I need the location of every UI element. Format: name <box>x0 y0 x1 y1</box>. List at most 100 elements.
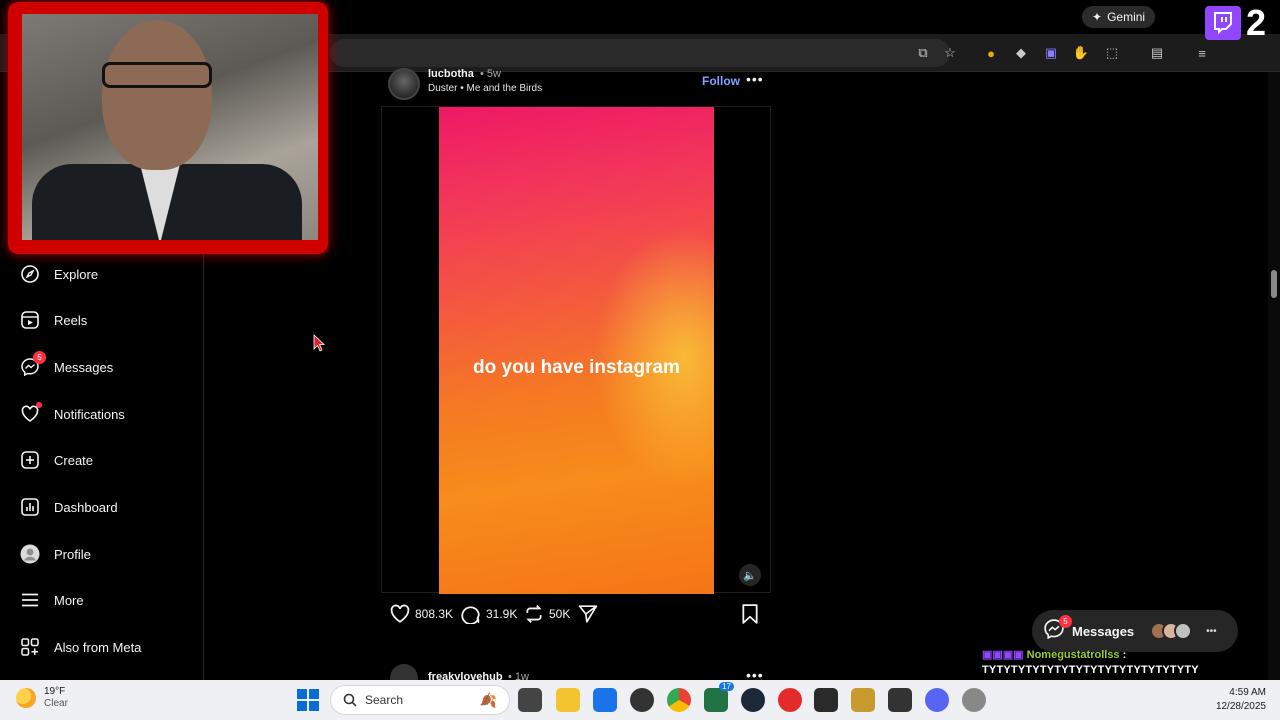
post-header: lucbotha • 5w Duster • Me and the Birds … <box>388 66 772 100</box>
sidebar-item-dashboard[interactable]: Dashboard <box>20 495 118 519</box>
repost-count: 50K <box>549 607 571 621</box>
chrome-icon[interactable] <box>667 688 691 712</box>
microsoft-store-icon[interactable] <box>593 688 617 712</box>
taskbar-clock[interactable]: 4:59 AM 12/28/2025 <box>1208 686 1266 714</box>
contact-avatar <box>1174 622 1193 640</box>
sidebar-item-also-from-meta[interactable]: Also from Meta <box>20 635 141 659</box>
search-icon <box>343 693 357 707</box>
chat-badge-icon: ▣▣▣▣ <box>982 649 1024 661</box>
repost-icon <box>526 605 542 623</box>
discord-icon[interactable] <box>925 688 949 712</box>
plus-square-icon <box>20 450 40 470</box>
sidebar-item-notifications[interactable]: Notifications <box>20 402 125 426</box>
gemini-button[interactable]: ✦ Gemini <box>1082 6 1156 28</box>
sidebar-item-label: Dashboard <box>54 499 118 515</box>
page-scrollbar[interactable] <box>1268 72 1280 680</box>
sidebar-item-profile[interactable]: Profile <box>20 542 91 566</box>
comment-button[interactable]: 31.9K <box>461 603 517 625</box>
sidebar-item-messages[interactable]: 5 Messages <box>20 351 114 379</box>
app-circle-icon[interactable] <box>630 688 654 712</box>
epic-games-icon[interactable] <box>814 688 838 712</box>
bookmark-star-icon[interactable]: ☆ <box>940 43 960 63</box>
extension-shield-icon[interactable]: ▣ <box>1041 43 1061 63</box>
messages-floating-button[interactable]: 5 Messages ••• <box>1032 610 1238 652</box>
save-button[interactable] <box>741 603 759 625</box>
extension-hand-icon[interactable]: ✋ <box>1071 43 1091 63</box>
twitch-logo-icon <box>1205 6 1241 40</box>
post-media[interactable]: do you have instagram 🔈 <box>381 106 771 594</box>
post-time: • 5w <box>480 68 501 80</box>
messenger-icon: 5 <box>20 351 46 377</box>
webcam-feed <box>22 14 318 240</box>
messenger-icon: 5 <box>1044 614 1072 644</box>
sidebar-item-label: Explore <box>54 266 99 282</box>
gemini-label: Gemini <box>1107 10 1146 24</box>
screen: ✦ Gemini ⧉ ☆ ● ◆ ▣ ✋ ⬚ ▤ ≡ Explore Reels <box>0 0 1280 720</box>
sidebar-item-create[interactable]: Create <box>20 448 93 472</box>
settings-gear-icon[interactable] <box>962 688 986 712</box>
sidebar-item-label: Messages <box>54 359 114 375</box>
post-username[interactable]: lucbotha <box>428 68 474 80</box>
extension-diamond-icon[interactable]: ◆ <box>1011 43 1031 63</box>
windows-start-icon[interactable] <box>297 689 319 711</box>
extensions-puzzle-icon[interactable]: ⬚ <box>1102 43 1122 63</box>
stream-chat-overlay: ▣▣▣▣ Nomegustatrollss : TYTYTYTYTYTYTYTY… <box>982 648 1280 676</box>
search-highlight-icon: 🍂 <box>479 691 497 708</box>
comment-icon <box>461 606 480 624</box>
sidebar-item-label: Create <box>54 452 94 468</box>
file-explorer-icon[interactable] <box>556 688 580 712</box>
windows-taskbar: 19°F Clear Search 🍂 17 4:59 AM 12/28/202… <box>0 680 1280 720</box>
repost-button[interactable]: 50K <box>524 603 570 625</box>
send-icon <box>578 605 598 623</box>
search-placeholder: Search <box>365 693 404 707</box>
extension-color-icon[interactable]: ● <box>981 43 1001 63</box>
streamer-webcam <box>8 2 328 254</box>
weather-condition: Clear <box>44 698 68 709</box>
weather-widget[interactable]: 19°F Clear <box>16 686 68 710</box>
meta-apps-icon <box>20 637 40 657</box>
recent-contacts <box>1150 622 1193 640</box>
dashboard-icon <box>20 497 40 517</box>
more-options-icon[interactable]: ••• <box>746 71 764 87</box>
sidebar-item-reels[interactable]: Reels <box>20 308 87 332</box>
chat-separator: : <box>1119 649 1127 661</box>
scrollbar-thumb[interactable] <box>1271 270 1277 298</box>
archive-tool-icon[interactable] <box>888 688 912 712</box>
menu-list-icon[interactable]: ≡ <box>1192 43 1212 63</box>
bookmark-icon <box>742 604 758 624</box>
post-actions: 808.3K 31.9K 50K <box>388 603 772 627</box>
steam-icon[interactable] <box>741 688 765 712</box>
opera-gx-icon[interactable] <box>778 688 802 712</box>
mouse-cursor-icon <box>313 334 325 352</box>
sidebar-item-more[interactable]: More <box>20 588 84 612</box>
messages-pill-label: Messages <box>1072 623 1135 639</box>
reel-video[interactable]: do you have instagram <box>439 107 714 594</box>
chat-message-text: TYTYTYTYTYTYTYTYTYTYTYTYTYTYTY <box>982 664 1199 676</box>
post-music[interactable]: Duster • Me and the Birds <box>428 83 542 94</box>
rockstar-icon[interactable] <box>851 688 875 712</box>
post-author-avatar[interactable] <box>388 68 420 100</box>
heart-icon <box>20 402 42 424</box>
like-button[interactable]: 808.3K <box>390 603 453 625</box>
taskbar-search[interactable]: Search 🍂 <box>330 685 510 715</box>
more-options-icon[interactable]: ••• <box>1206 626 1217 637</box>
share-button[interactable] <box>578 603 598 625</box>
task-view-icon[interactable] <box>518 688 542 712</box>
reel-caption-text: do you have instagram <box>473 357 680 378</box>
messages-badge: 5 <box>33 351 46 364</box>
excel-icon[interactable]: 17 <box>704 682 734 712</box>
chat-username: Nomegustatrollss <box>1026 649 1120 661</box>
weather-temp: 19°F <box>44 686 66 697</box>
side-panel-icon[interactable]: ▤ <box>1147 43 1167 63</box>
mute-toggle-icon[interactable]: 🔈 <box>739 564 761 586</box>
profile-avatar-icon <box>20 544 40 564</box>
address-bar[interactable] <box>330 39 950 67</box>
webcam-head <box>102 20 212 170</box>
sidebar-item-label: More <box>54 592 84 608</box>
sidebar-item-label: Notifications <box>54 406 125 422</box>
sidebar-item-explore[interactable]: Explore <box>20 262 98 286</box>
install-app-icon[interactable]: ⧉ <box>913 43 933 63</box>
app-badge: 17 <box>719 682 734 691</box>
stream-counter: 2 <box>1246 2 1267 43</box>
follow-button[interactable]: Follow <box>702 74 740 88</box>
